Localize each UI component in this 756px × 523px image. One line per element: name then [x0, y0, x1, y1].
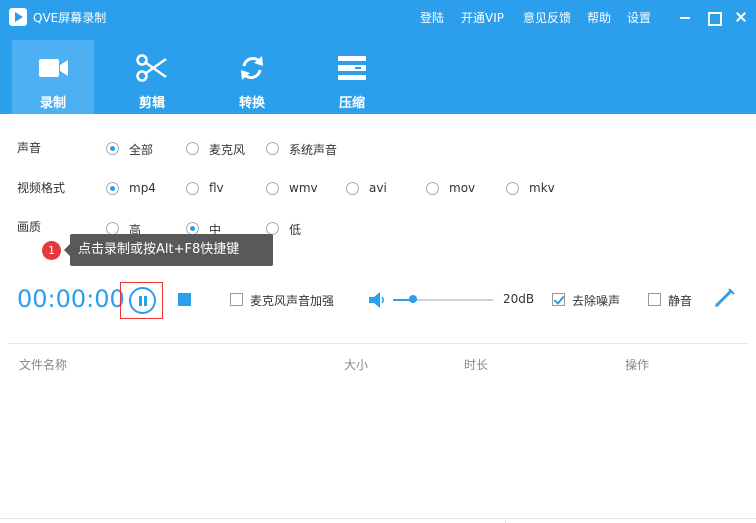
checkbox-box [648, 293, 661, 306]
radio-label: 低 [289, 223, 302, 237]
volume-slider[interactable] [393, 295, 493, 303]
checkbox-box [552, 293, 565, 306]
maximize-icon[interactable] [704, 8, 722, 26]
radio-label: 全部 [129, 143, 154, 157]
format-label: 视频格式 [17, 181, 66, 195]
radio-label: 系统声音 [289, 143, 338, 157]
radio-circle [186, 142, 199, 155]
minimize-icon[interactable] [676, 8, 694, 26]
tab-convert[interactable]: 转换 [211, 40, 293, 114]
speaker-icon[interactable] [368, 291, 386, 309]
checkbox-label: 静音 [668, 294, 693, 308]
tab-label: 压缩 [338, 96, 365, 111]
radio-circle [186, 182, 199, 195]
tab-label: 录制 [39, 96, 66, 111]
tab-record[interactable]: 录制 [12, 40, 94, 114]
slider-knob[interactable] [409, 295, 417, 303]
pause-icon[interactable] [129, 287, 156, 314]
radio-label: avi [369, 181, 387, 195]
record-timer: 00:00:00 [17, 285, 125, 313]
file-table-header: 文件名称 大小 时长 操作 [8, 343, 748, 383]
checkbox-label: 麦克风声音加强 [250, 294, 335, 308]
radio-label: wmv [289, 181, 318, 195]
title-bar: QVE屏幕录制 登陆 开通VIP 意见反馈 帮助 设置 [0, 0, 756, 34]
hint-tooltip: 点击录制或按Alt+F8快捷键 [64, 234, 273, 266]
video-camera-icon [39, 59, 68, 77]
step-badge: 1 [42, 241, 61, 260]
radio-circle [506, 182, 519, 195]
tab-compress[interactable]: 压缩 [311, 40, 393, 114]
column-filename: 文件名称 [19, 358, 68, 372]
radio-circle [106, 142, 119, 155]
radio-label: flv [209, 181, 224, 195]
convert-arrows-icon [241, 56, 263, 80]
highlight-box [120, 282, 163, 319]
vip-link[interactable]: 开通VIP [461, 9, 504, 26]
pen-icon[interactable] [714, 288, 736, 308]
footer-divider [0, 518, 756, 519]
scissors-icon [136, 54, 167, 82]
tab-label: 转换 [238, 96, 265, 111]
radio-label: mkv [529, 181, 555, 195]
settings-link[interactable]: 设置 [627, 9, 651, 26]
radio-circle [106, 182, 119, 195]
help-link[interactable]: 帮助 [587, 9, 611, 26]
tab-edit[interactable]: 剪辑 [111, 40, 193, 114]
column-duration: 时长 [464, 358, 489, 372]
tab-label: 剪辑 [138, 96, 165, 111]
app-header: QVE屏幕录制 登陆 开通VIP 意见反馈 帮助 设置 录制 剪辑 转换 压缩 [0, 0, 756, 114]
stop-icon[interactable] [178, 293, 191, 306]
app-title: QVE屏幕录制 [33, 11, 107, 25]
column-actions: 操作 [625, 358, 650, 372]
radio-circle [426, 182, 439, 195]
radio-label: mp4 [129, 181, 156, 195]
radio-label: 麦克风 [209, 143, 246, 157]
sound-label: 声音 [17, 141, 42, 155]
footer-divider-tick [505, 518, 506, 523]
radio-circle [266, 182, 279, 195]
radio-circle [346, 182, 359, 195]
feedback-link[interactable]: 意见反馈 [523, 9, 571, 26]
quality-label: 画质 [17, 220, 42, 234]
radio-circle [266, 142, 279, 155]
close-icon[interactable] [732, 8, 750, 26]
checkbox-label: 去除噪声 [572, 294, 621, 308]
app-logo-icon [9, 8, 27, 26]
login-link[interactable]: 登陆 [420, 9, 444, 26]
radio-label: mov [449, 181, 476, 195]
column-size: 大小 [344, 358, 369, 372]
volume-value: 20dB [503, 292, 535, 306]
compress-icon [338, 56, 366, 80]
checkbox-box [230, 293, 243, 306]
